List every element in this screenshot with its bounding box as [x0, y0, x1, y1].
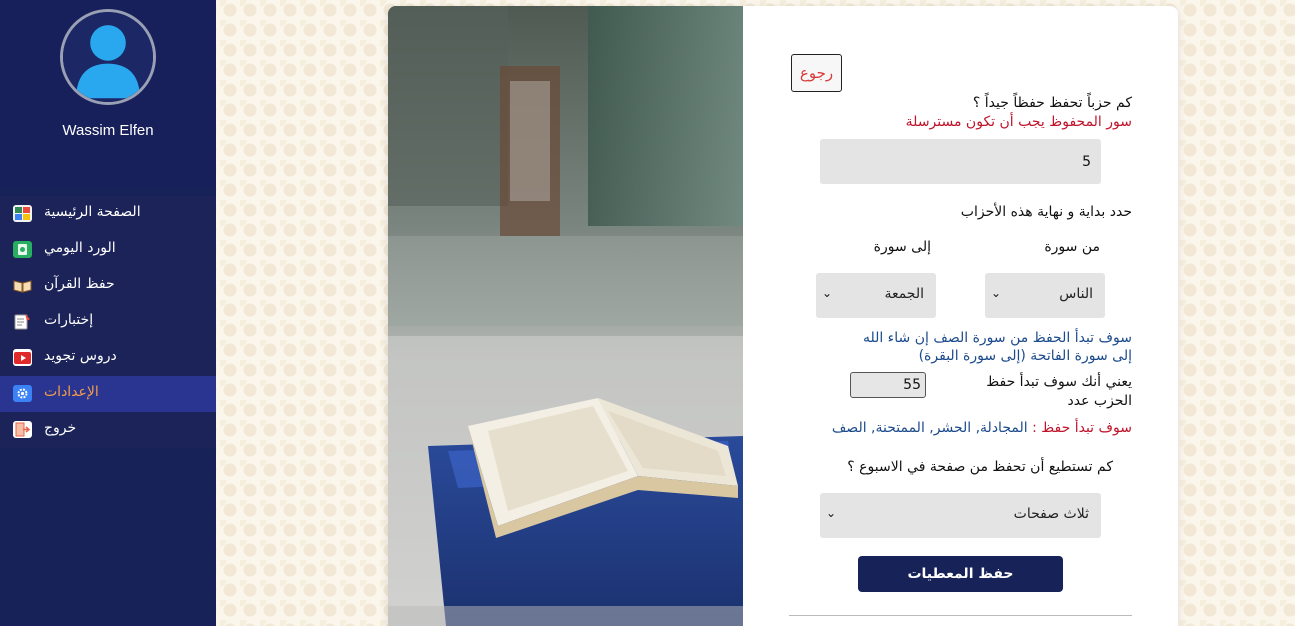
from-surah-select[interactable]: الناس ⌄ [985, 273, 1105, 318]
question-pages-per-week: كم تستطيع أن تحفظ من صفحة في الاسبوع ؟ [847, 459, 1113, 475]
pages-per-week-select[interactable]: ثلاث صفحات ⌄ [820, 493, 1101, 538]
chevron-down-icon: ⌄ [991, 286, 1002, 300]
sidebar-item-memorize[interactable]: حفظ القرآن [0, 268, 216, 304]
start-surahs-prefix: سوف تبدأ حفظ : [1032, 420, 1132, 436]
back-button[interactable]: رجوع [791, 54, 842, 92]
hizb-note: سور المحفوظ يجب أن تكون مسترسلة [905, 114, 1132, 130]
start-info-line2: إلى سورة الفاتحة (إلى سورة البقرة) [918, 348, 1132, 364]
start-surahs-list: المجادلة, الحشر, الممتحنة, الصف [831, 420, 1028, 436]
hizb-start-number-field[interactable]: 55 [850, 372, 926, 398]
username: Wassim Elfen [62, 122, 154, 139]
sidebar-item-label: إختبارات [44, 312, 94, 328]
to-surah-label: إلى سورة [873, 239, 931, 255]
sidebar-item-daily-wird[interactable]: الورد اليومي [0, 232, 216, 268]
logout-door-icon [13, 421, 32, 438]
settings-card: رجوع كم حزباً تحفظ حفظاً جيداً ؟ سور الم… [388, 6, 1178, 626]
divider [789, 615, 1132, 616]
sidebar-item-tests[interactable]: إختبارات [0, 304, 216, 340]
video-play-icon [13, 349, 32, 366]
sidebar-item-settings[interactable]: الإعدادات [0, 376, 216, 412]
sidebar-item-tajweed[interactable]: دروس تجويد [0, 340, 216, 376]
chevron-down-icon: ⌄ [826, 506, 837, 520]
sidebar-item-label: الإعدادات [44, 384, 99, 400]
sidebar-item-label: الورد اليومي [44, 240, 116, 256]
user-avatar-icon [63, 12, 153, 102]
avatar [60, 9, 156, 105]
hizb-count-input[interactable] [820, 139, 1101, 184]
sidebar-nav: الصفحة الرئيسية الورد اليومي حفظ القرآن … [0, 196, 216, 448]
sidebar-item-label: خروج [44, 420, 77, 436]
sidebar-item-label: الصفحة الرئيسية [44, 204, 141, 220]
question-range: حدد بداية و نهاية هذه الأحزاب [960, 204, 1132, 220]
hizb-start-text-2: الحزب عدد [1067, 393, 1132, 409]
quran-on-stand-image [388, 6, 743, 626]
sidebar-item-home[interactable]: الصفحة الرئيسية [0, 196, 216, 232]
home-dashboard-icon [13, 205, 32, 222]
pages-per-week-value: ثلاث صفحات [1013, 506, 1089, 522]
sidebar: Wassim Elfen الصفحة الرئيسية الورد اليوم… [0, 0, 216, 626]
start-info-line1: سوف تبدأ الحفظ من سورة الصف إن شاء الله [862, 330, 1132, 346]
open-book-icon [13, 277, 32, 294]
to-surah-value: الجمعة [884, 286, 924, 302]
to-surah-select[interactable]: الجمعة ⌄ [816, 273, 936, 318]
sidebar-item-label: دروس تجويد [44, 348, 117, 364]
sidebar-item-logout[interactable]: خروج [0, 412, 216, 448]
chevron-down-icon: ⌄ [822, 286, 833, 300]
start-surahs-line: سوف تبدأ حفظ : المجادلة, الحشر, الممتحنة… [832, 420, 1132, 436]
test-checklist-icon [13, 313, 32, 330]
save-button[interactable]: حفظ المعطيات [858, 556, 1063, 592]
settings-form: رجوع كم حزباً تحفظ حفظاً جيداً ؟ سور الم… [743, 6, 1178, 626]
settings-gear-icon [13, 385, 32, 402]
from-surah-label: من سورة [1044, 239, 1100, 255]
sidebar-item-label: حفظ القرآن [44, 276, 115, 292]
question-hizb-count: كم حزباً تحفظ حفظاً جيداً ؟ [972, 95, 1132, 111]
hizb-start-text: يعني أنك سوف تبدأ حفظ [986, 374, 1132, 390]
quran-daily-icon [13, 241, 32, 258]
quran-photo [388, 6, 743, 626]
from-surah-value: الناس [1059, 286, 1093, 302]
profile-section: Wassim Elfen [0, 0, 216, 188]
